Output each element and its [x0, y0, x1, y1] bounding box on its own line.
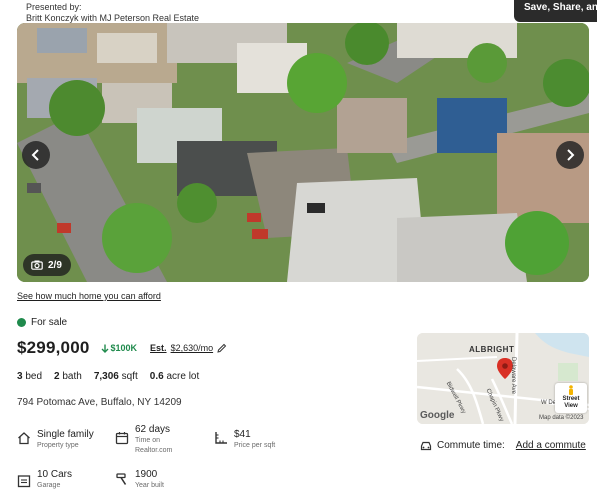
aerial-photo-image	[17, 23, 589, 282]
calendar-icon	[115, 432, 129, 445]
detail-days-listed: 62 days Time on Realtor.com	[115, 423, 172, 456]
afford-link[interactable]: See how much home you can afford	[17, 291, 161, 301]
days-label-2: Realtor.com	[135, 447, 173, 454]
status-text: For sale	[31, 317, 68, 328]
map-road-label: W De	[541, 400, 556, 406]
estimated-payment[interactable]: Est. $2,630/mo	[150, 343, 227, 353]
garage-value: 10 Cars	[37, 469, 73, 480]
photo-counter[interactable]: 2/9	[23, 254, 71, 276]
arrow-down-icon	[101, 344, 109, 353]
baths-fact: 2 bath	[54, 371, 82, 382]
map-area-label: ALBRIGHT	[469, 345, 515, 354]
listing-address: 794 Potomac Ave, Buffalo, NY 14209	[17, 397, 182, 408]
map-road-label: Delaware Ave	[510, 357, 516, 394]
home-icon	[18, 432, 30, 445]
detail-price-per-sqft: $41 Price per sqft	[214, 428, 275, 451]
photo-counter-text: 2/9	[48, 259, 62, 271]
garage-icon	[17, 475, 31, 488]
price-sqft-label: Price per sqft	[234, 442, 276, 449]
days-value: 62 days	[135, 424, 171, 435]
pegman-icon	[569, 385, 573, 395]
status-dot-icon	[17, 318, 26, 327]
camera-icon	[31, 260, 43, 270]
presented-by-label: Presented by:	[26, 2, 82, 12]
ruler-icon	[215, 432, 227, 444]
hammer-icon	[116, 473, 127, 485]
location-map[interactable]: ALBRIGHT Delaware Ave Bidwell Pkwy Chapi…	[417, 333, 589, 424]
listing-photo[interactable]	[17, 23, 589, 282]
car-icon	[420, 441, 432, 450]
chevron-left-icon	[31, 149, 39, 161]
street-view-button[interactable]: Street View	[555, 383, 587, 413]
price-drop: $100K	[101, 343, 138, 353]
listing-price: $299,000	[17, 338, 90, 357]
property-type-value: Single family	[37, 429, 94, 440]
chevron-right-icon	[567, 149, 575, 161]
commute-row: Commute time: Add a commute	[420, 440, 586, 451]
detail-property-type: Single family Property type	[17, 428, 94, 451]
beds-fact: 3 bed	[17, 371, 43, 382]
previous-photo-button[interactable]	[22, 141, 50, 169]
sqft-fact: 7,306 sqft	[93, 371, 138, 382]
next-photo-button[interactable]	[556, 141, 584, 169]
detail-garage: 10 Cars Garage	[17, 468, 72, 491]
year-built-value: 1900	[135, 469, 158, 480]
commute-label: Commute time:	[437, 440, 505, 451]
lot-fact: 0.6 acre lot	[149, 371, 200, 382]
presented-by: Presented by: Britt Konczyk with MJ Pete…	[26, 2, 199, 24]
listing-status: For sale	[17, 317, 67, 328]
street-view-line1: Street	[562, 396, 580, 402]
pencil-icon[interactable]	[217, 343, 227, 353]
days-label-1: Time on	[135, 437, 161, 444]
street-view-line2: View	[564, 403, 578, 409]
price-drop-amount: $100K	[110, 343, 138, 353]
est-value: $2,630/mo	[170, 343, 214, 353]
garage-label: Garage	[37, 482, 61, 489]
price-row: $299,000 $100K Est. $2,630/mo	[17, 338, 227, 358]
property-type-label: Property type	[37, 442, 79, 449]
listing-facts: 3 bed 2 bath 7,306 sqft 0.6 acre lot	[17, 371, 199, 382]
save-share-button[interactable]: Save, Share, and	[514, 0, 597, 22]
price-sqft-value: $41	[234, 429, 251, 440]
year-built-label: Year built	[135, 482, 164, 489]
est-label: Est.	[150, 343, 167, 353]
map-copyright: Map data ©2023	[539, 415, 584, 421]
add-commute-link[interactable]: Add a commute	[516, 440, 586, 451]
detail-year-built: 1900 Year built	[115, 468, 164, 491]
google-logo: Google	[420, 410, 455, 421]
